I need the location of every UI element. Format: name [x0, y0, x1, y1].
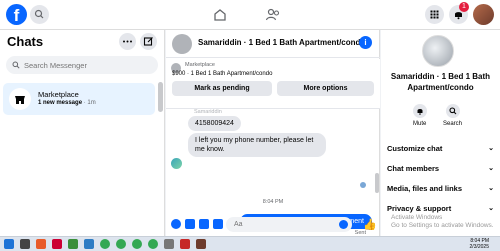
- message-input-box[interactable]: [226, 217, 352, 232]
- chat-preview: 1 new message · 1m: [38, 100, 96, 106]
- chevron-down-icon: ⌄: [488, 205, 494, 212]
- chrome-icon[interactable]: [100, 239, 110, 249]
- message-composer: 👍: [166, 214, 380, 236]
- search-icon[interactable]: [446, 104, 460, 118]
- faded-sender-text: Samariddin: [194, 109, 222, 115]
- message-input[interactable]: [234, 217, 334, 232]
- chat-name: Marketplace: [38, 90, 79, 99]
- app-icon[interactable]: [52, 239, 62, 249]
- listing-category: Marketplace: [185, 62, 215, 68]
- search-label: Search: [443, 121, 463, 127]
- app-icon[interactable]: [68, 239, 78, 249]
- conversation-details-panel: Samariddin · 1 Bed 1 Bath Apartment/cond…: [381, 30, 500, 236]
- friends-icon[interactable]: [264, 6, 282, 24]
- gif-icon[interactable]: [213, 219, 223, 229]
- chat-time: · 1m: [83, 100, 96, 106]
- app-icon[interactable]: [164, 239, 174, 249]
- mute-bell-icon[interactable]: [413, 104, 427, 118]
- mute-label: Mute: [413, 121, 427, 127]
- search-icon[interactable]: [30, 5, 49, 24]
- app-icon[interactable]: [180, 239, 190, 249]
- conversation-avatar[interactable]: [172, 34, 192, 54]
- chat-list-item[interactable]: Marketplace 1 new message · 1m: [3, 83, 155, 115]
- search-icon: [12, 61, 20, 69]
- emoji-icon[interactable]: [339, 220, 348, 229]
- app-icon[interactable]: [36, 239, 46, 249]
- mark-as-pending-button[interactable]: Mark as pending: [172, 81, 272, 96]
- add-icon[interactable]: [171, 219, 181, 229]
- sender-avatar[interactable]: [171, 158, 182, 169]
- sticker-icon[interactable]: [199, 219, 209, 229]
- media-files-links-row[interactable]: Media, files and links ⌄: [387, 184, 494, 193]
- conversation-title[interactable]: Samariddin · 1 Bed 1 Bath Apartment/cond…: [198, 38, 365, 47]
- like-thumb-icon[interactable]: 👍: [363, 218, 377, 231]
- facebook-logo[interactable]: f: [6, 4, 27, 25]
- more-options-icon[interactable]: [119, 33, 136, 50]
- taskbar-clock[interactable]: 8:04 PM 2/3/2025: [459, 238, 489, 250]
- chrome-icon[interactable]: [116, 239, 126, 249]
- messenger-search-input[interactable]: [24, 56, 154, 74]
- customize-chat-row[interactable]: Customize chat ⌄: [387, 144, 494, 153]
- chevron-down-icon: ⌄: [488, 185, 494, 192]
- chats-title: Chats: [7, 34, 44, 49]
- privacy-support-row[interactable]: Privacy & support ⌄: [387, 204, 494, 213]
- notification-badge: 1: [459, 2, 469, 12]
- profile-name: Samariddin · 1 Bed 1 Bath Apartment/cond…: [390, 72, 491, 92]
- activate-windows-subtitle: Go to Settings to activate Windows.: [391, 222, 494, 229]
- activate-windows-title: Activate Windows: [391, 214, 443, 221]
- marketplace-store-icon: [9, 88, 31, 110]
- chevron-down-icon: ⌄: [488, 165, 494, 172]
- top-nav: f 1: [0, 0, 500, 30]
- profile-photo[interactable]: [422, 35, 454, 67]
- more-options-button[interactable]: More options: [277, 81, 374, 96]
- info-icon[interactable]: i: [359, 36, 372, 49]
- listing-price: $900 · 1 Bed 1 Bath Apartment/condo: [172, 71, 273, 77]
- message-list: Samariddin 4158009424 I left you my phon…: [166, 109, 380, 236]
- app-icon[interactable]: [84, 239, 94, 249]
- chats-panel: Chats Marketplace 1 new message · 1m: [0, 30, 165, 236]
- chrome-icon[interactable]: [148, 239, 158, 249]
- incoming-message: 4158009424: [188, 116, 241, 131]
- search-icon[interactable]: [20, 239, 30, 249]
- profile-avatar[interactable]: [473, 4, 494, 25]
- time-separator: 8:04 PM: [262, 199, 284, 205]
- image-icon[interactable]: [185, 219, 195, 229]
- scrollbar[interactable]: [158, 82, 163, 112]
- marketplace-listing-card: Marketplace $900 · 1 Bed 1 Bath Apartmen…: [166, 59, 380, 109]
- windows-taskbar: 8:04 PM 2/3/2025: [0, 236, 500, 251]
- new-message-icon[interactable]: [140, 33, 157, 50]
- chat-members-row[interactable]: Chat members ⌄: [387, 164, 494, 173]
- chrome-icon[interactable]: [132, 239, 142, 249]
- home-icon[interactable]: [211, 6, 229, 24]
- app-icon[interactable]: [196, 239, 206, 249]
- seen-indicator: [360, 182, 366, 188]
- chevron-down-icon: ⌄: [488, 145, 494, 152]
- conversation-panel: Samariddin · 1 Bed 1 Bath Apartment/cond…: [166, 30, 380, 236]
- scrollbar[interactable]: [375, 173, 379, 193]
- incoming-message: I left you my phone number, please let m…: [188, 133, 326, 157]
- messenger-search[interactable]: [6, 56, 158, 74]
- windows-start-icon[interactable]: [4, 239, 14, 249]
- menu-grid-icon[interactable]: [425, 5, 444, 24]
- conversation-header: Samariddin · 1 Bed 1 Bath Apartment/cond…: [166, 30, 380, 58]
